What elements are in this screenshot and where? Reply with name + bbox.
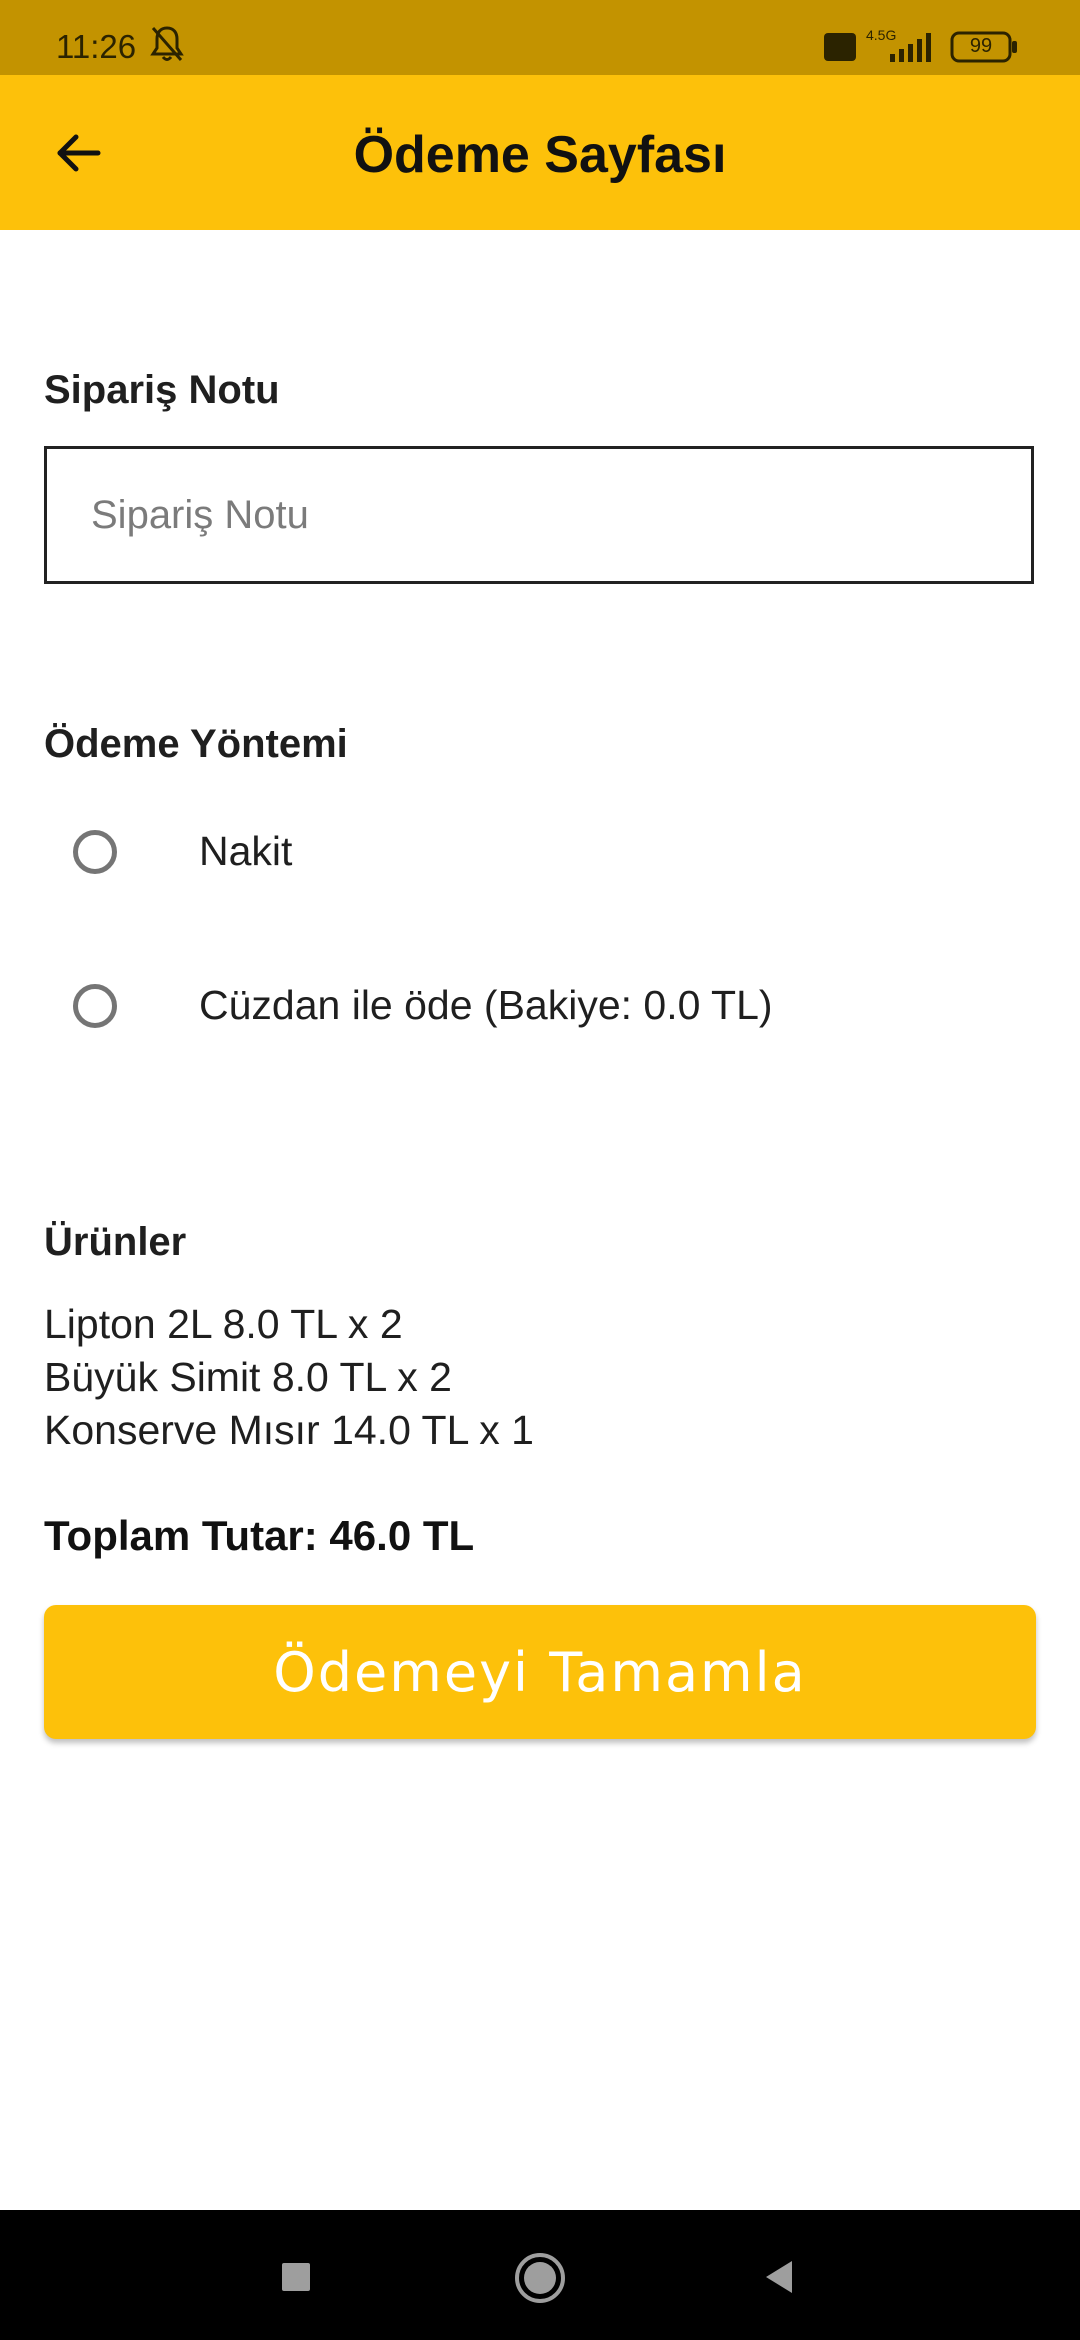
products-label: Ürünler	[44, 1220, 187, 1264]
recent-apps-icon[interactable]	[274, 2255, 318, 2299]
order-note-input[interactable]	[44, 446, 1034, 584]
list-item: Lipton 2L 8.0 TL x 2	[44, 1301, 403, 1347]
product-list: Lipton 2L 8.0 TL x 2 Büyük Simit 8.0 TL …	[44, 1298, 534, 1457]
payment-option-label: Cüzdan ile öde (Bakiye: 0.0 TL)	[199, 982, 773, 1028]
payment-option-label: Nakit	[199, 828, 293, 874]
battery-level: 99	[969, 35, 993, 57]
status-bar: 11:26 4.5G 99	[0, 0, 1080, 75]
status-time: 11:26	[56, 28, 137, 65]
payment-option-wallet[interactable]: Cüzdan ile öde (Bakiye: 0.0 TL)	[44, 954, 1034, 1064]
home-icon[interactable]	[512, 2250, 568, 2306]
order-note-label: Sipariş Notu	[44, 368, 280, 412]
system-nav-bar	[0, 2210, 1080, 2340]
page-title: Ödeme Sayfası	[353, 126, 727, 184]
signal-icon	[890, 33, 931, 62]
volte-icon	[824, 33, 856, 61]
radio-button-icon[interactable]	[73, 984, 117, 1028]
list-item: Konserve Mısır 14.0 TL x 1	[44, 1407, 534, 1453]
total-amount: Toplam Tutar: 46.0 TL	[44, 1512, 475, 1559]
payment-method-label: Ödeme Yöntemi	[44, 722, 348, 766]
back-nav-icon[interactable]	[758, 2255, 802, 2299]
payment-option-cash[interactable]: Nakit	[44, 800, 1034, 910]
radio-button-icon[interactable]	[73, 830, 117, 874]
bell-muted-icon	[150, 26, 184, 61]
list-item: Büyük Simit 8.0 TL x 2	[44, 1354, 452, 1400]
complete-payment-button[interactable]: Ödemeyi Tamamla	[44, 1605, 1036, 1739]
app-bar: Ödeme Sayfası	[0, 75, 1080, 230]
